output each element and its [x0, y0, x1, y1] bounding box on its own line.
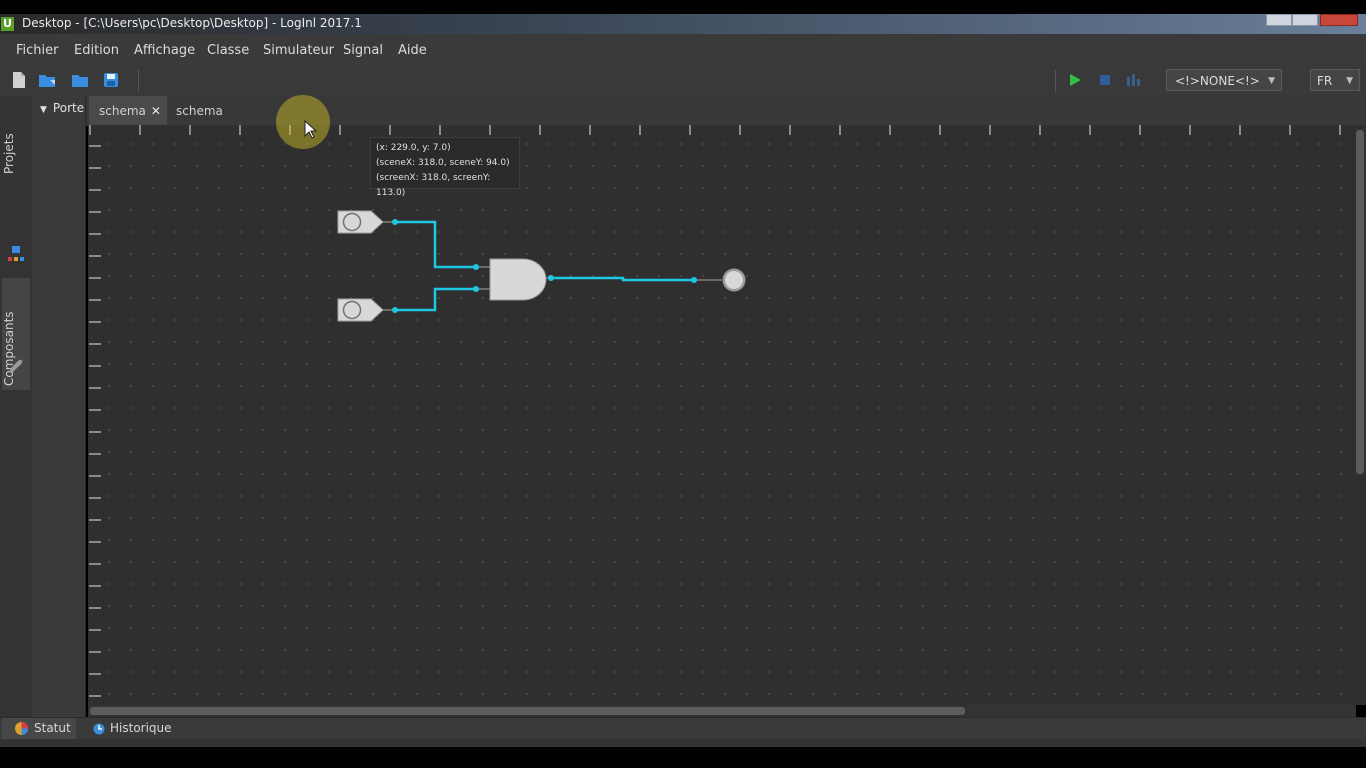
- chevron-down-icon: ▼: [1346, 76, 1353, 86]
- vertical-scrollbar-thumb[interactable]: [1356, 130, 1364, 474]
- panel-title: Porte: [52, 101, 85, 115]
- language-select-value: FR: [1317, 74, 1333, 88]
- simulation-select-value: <!>NONE<!>: [1175, 74, 1260, 88]
- simulation-select[interactable]: <!>NONE<!> ▼: [1166, 69, 1282, 91]
- play-icon[interactable]: [1066, 71, 1084, 89]
- coordinates-tooltip: (x: 229.0, y: 7.0) (sceneX: 318.0, scene…: [370, 137, 520, 198]
- tab-historique-label: Historique: [110, 721, 172, 735]
- new-file-icon[interactable]: [10, 71, 28, 89]
- title-bar: U Desktop - [C:\Users\pc\Desktop\Desktop…: [0, 14, 1366, 34]
- left-rail: Projets Composants: [0, 96, 33, 718]
- screen-border: [0, 747, 1366, 768]
- cursor-highlight: [276, 95, 330, 149]
- rail-tab-composants-label: Composants: [2, 311, 16, 386]
- folder-icon[interactable]: [71, 71, 89, 89]
- minimize-button[interactable]: [1266, 14, 1292, 26]
- input-pin-2[interactable]: [337, 298, 384, 322]
- chevron-down-icon: ▼: [1268, 76, 1275, 86]
- tooltip-screen-coords: (screenX: 318.0, screenY: 113.0): [376, 173, 491, 198]
- window-title: Desktop - [C:\Users\pc\Desktop\Desktop] …: [22, 16, 362, 30]
- tab-schema-2[interactable]: schema 2✕: [166, 96, 256, 148]
- menu-aide[interactable]: Aide: [398, 43, 427, 58]
- language-select[interactable]: FR ▼: [1310, 69, 1360, 91]
- and-gate[interactable]: [489, 258, 547, 301]
- tab-schema-label: schema: [99, 104, 146, 118]
- menu-affichage[interactable]: Affichage: [134, 43, 195, 58]
- tooltip-scene-coords: (sceneX: 318.0, sceneY: 94.0): [376, 158, 510, 168]
- components-panel: ▼ Porte: [32, 96, 86, 718]
- horizontal-scrollbar-thumb[interactable]: [90, 707, 965, 715]
- wires: [395, 220, 694, 312]
- menu-signal[interactable]: Signal: [343, 43, 383, 58]
- tab-statut[interactable]: Statut: [2, 718, 76, 740]
- status-strip: [0, 739, 1366, 747]
- wire-a[interactable]: [395, 220, 476, 269]
- rail-tab-projets[interactable]: Projets: [2, 104, 30, 174]
- toolbar-separator: [138, 70, 139, 92]
- rail-tab-projets-label: Projets: [2, 133, 16, 174]
- save-icon[interactable]: [102, 71, 120, 89]
- input-pin-1[interactable]: [337, 210, 384, 234]
- tab-schema[interactable]: schema ✕: [89, 96, 167, 126]
- menu-fichier[interactable]: Fichier: [16, 43, 59, 58]
- maximize-button[interactable]: [1292, 14, 1318, 26]
- toolbar: <!>NONE<!> ▼ FR ▼: [0, 66, 1366, 97]
- close-tab-icon[interactable]: ✕: [151, 104, 161, 118]
- chart-icon[interactable]: [1125, 71, 1143, 89]
- menu-bar: Fichier Edition Affichage Classe Simulat…: [0, 34, 1366, 67]
- projects-icon: [8, 246, 24, 261]
- open-folder-icon[interactable]: [38, 71, 56, 89]
- menu-simulateur[interactable]: Simulateur: [263, 43, 334, 58]
- tab-historique[interactable]: Historique: [90, 718, 172, 740]
- output-pin[interactable]: [722, 268, 746, 292]
- circuit: [337, 210, 746, 322]
- stop-icon[interactable]: [1096, 71, 1114, 89]
- menu-edition[interactable]: Edition: [74, 43, 119, 58]
- status-icon: [15, 722, 28, 735]
- wire-out[interactable]: [551, 276, 694, 282]
- triangle-down-icon: ▼: [40, 105, 47, 115]
- mouse-pointer-icon: [304, 120, 318, 139]
- components-icon: [9, 359, 23, 373]
- bottom-panel-tabs: Statut Historique: [0, 717, 1366, 740]
- close-window-button[interactable]: [1320, 14, 1358, 26]
- toolbar-separator: [1055, 70, 1056, 92]
- tooltip-local-coords: (x: 229.0, y: 7.0): [376, 143, 451, 153]
- wire-b[interactable]: [395, 287, 476, 312]
- history-icon: [93, 723, 105, 735]
- panel-header[interactable]: ▼ Porte: [40, 101, 84, 115]
- app-logo-icon: U: [1, 17, 14, 31]
- tab-statut-label: Statut: [34, 721, 71, 735]
- menu-classe[interactable]: Classe: [207, 43, 249, 58]
